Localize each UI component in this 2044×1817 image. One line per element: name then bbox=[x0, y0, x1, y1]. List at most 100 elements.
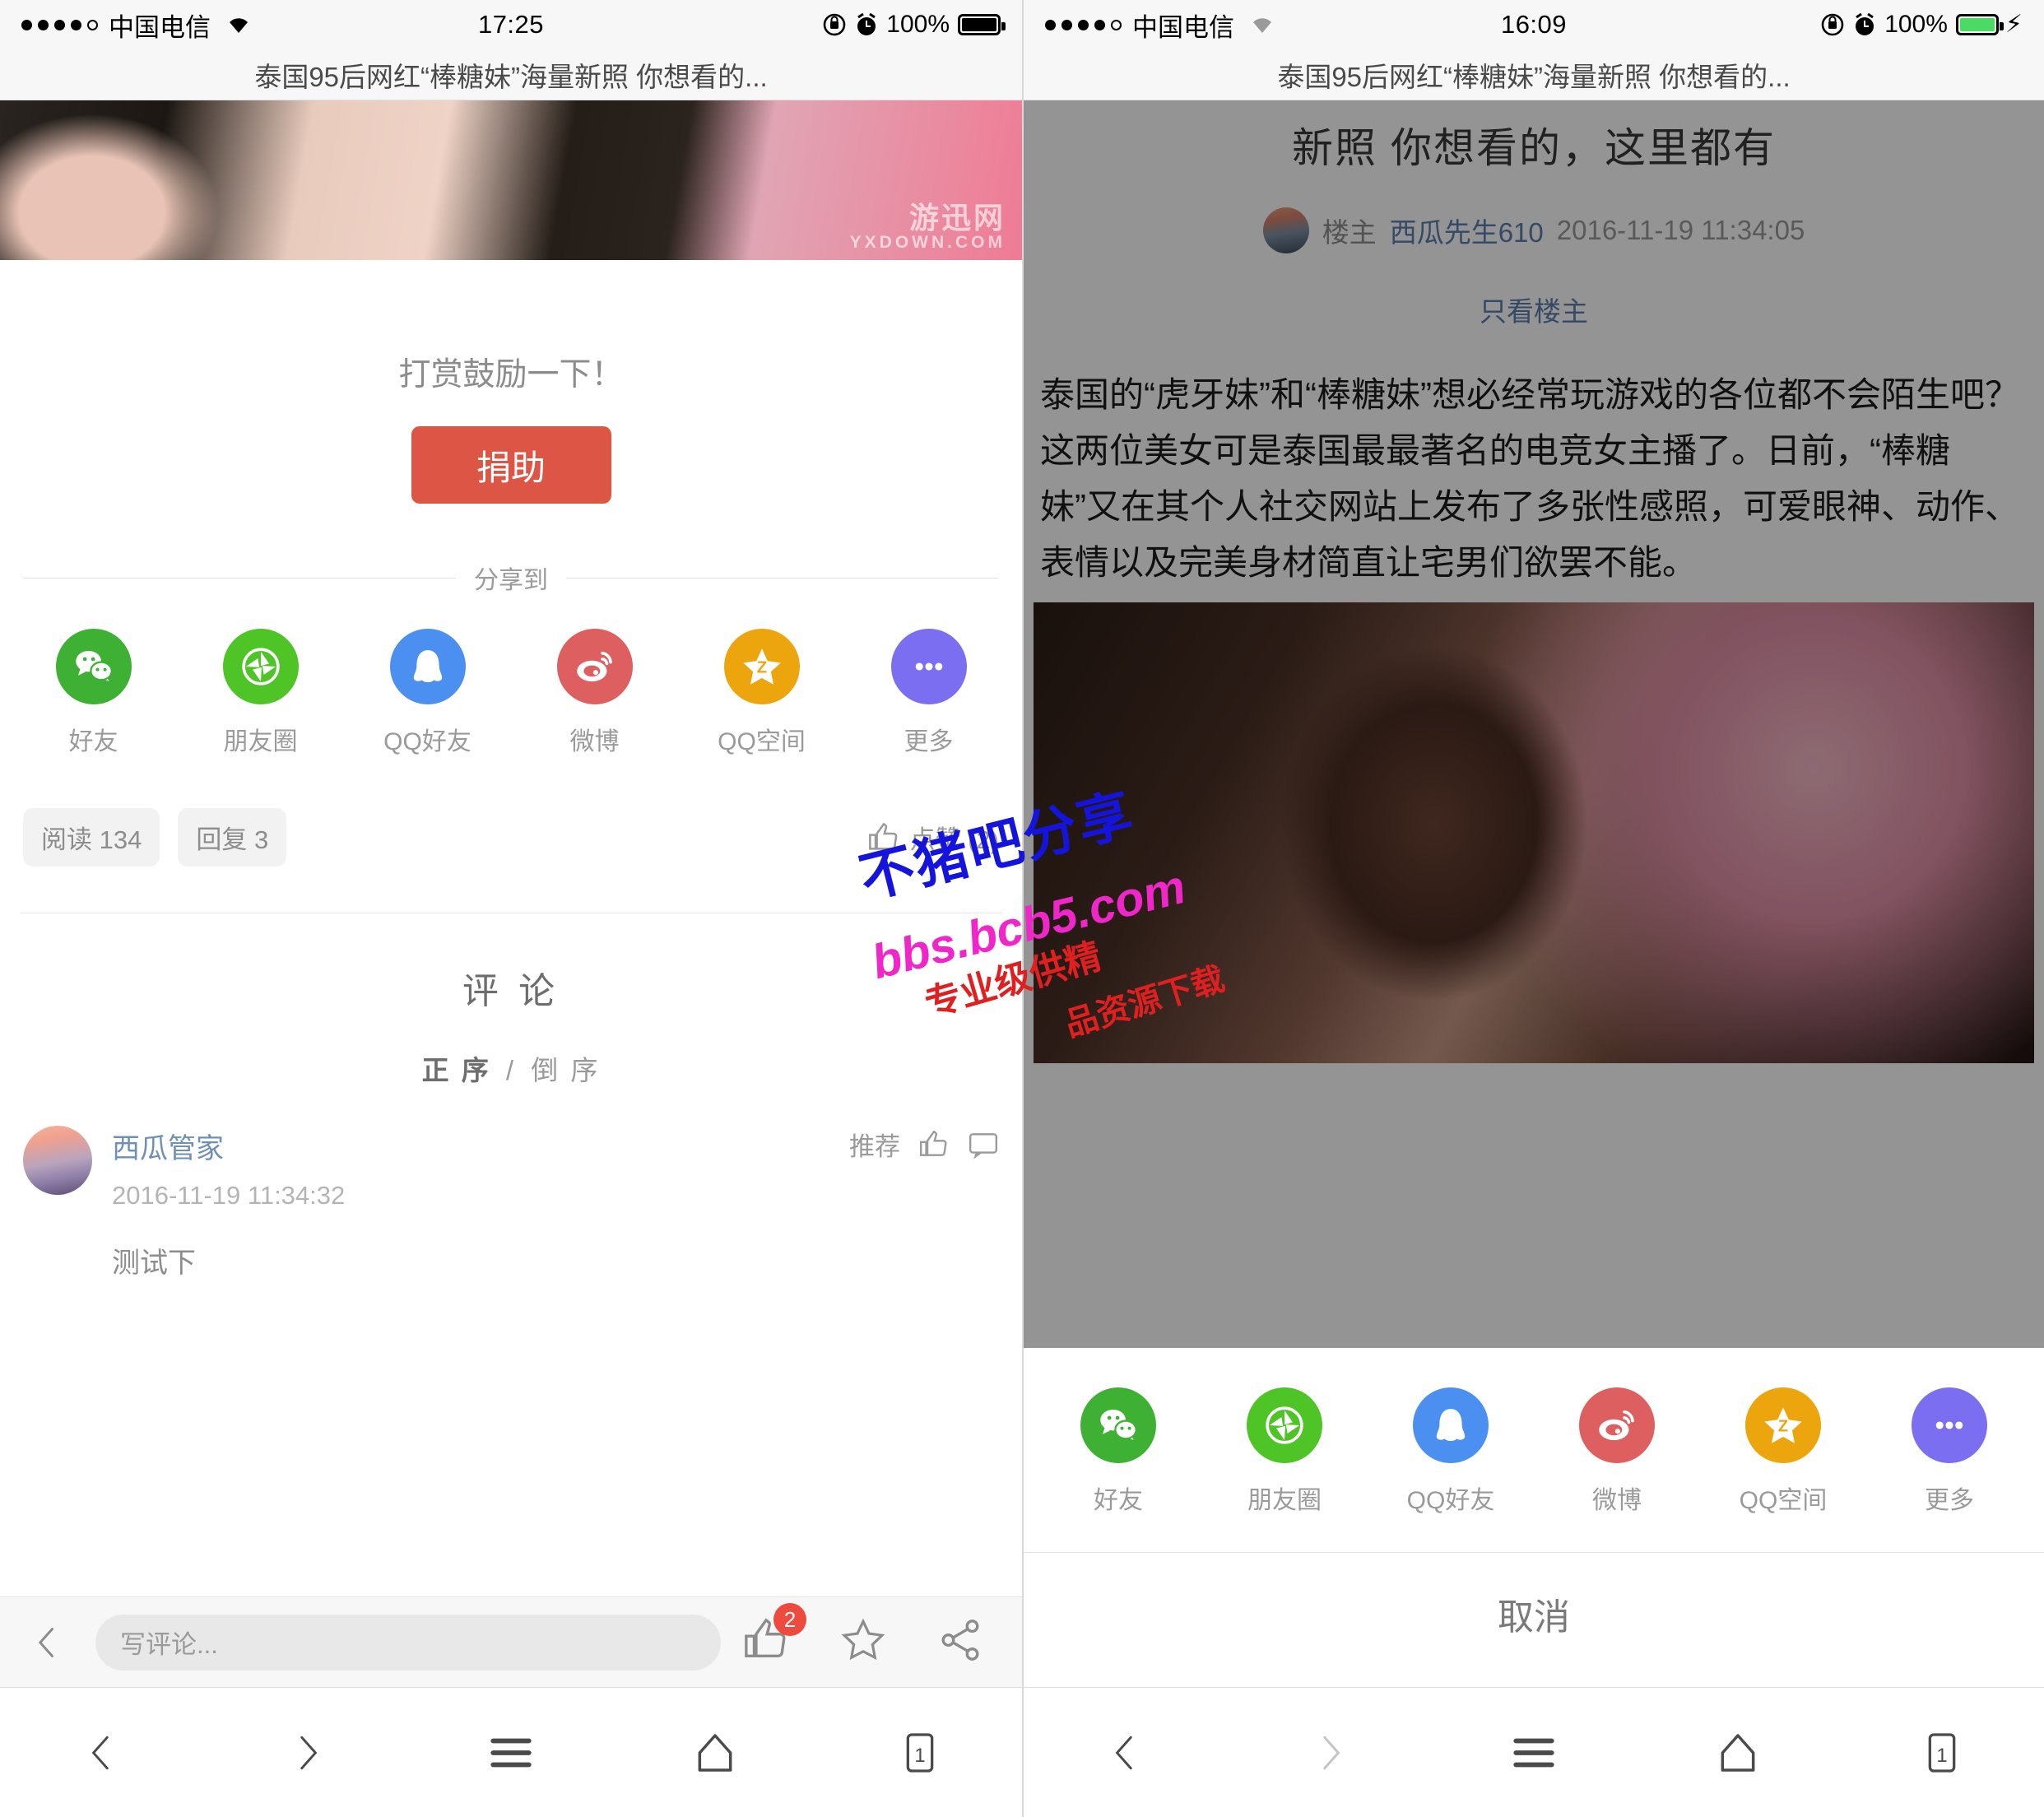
share-label: QQ空间 bbox=[1739, 1487, 1828, 1514]
star-icon bbox=[841, 1618, 885, 1661]
share-label: 朋友圈 bbox=[223, 728, 298, 755]
avatar[interactable] bbox=[23, 1126, 92, 1195]
nav-forward-button[interactable] bbox=[258, 1716, 356, 1790]
like-count-badge: 2 bbox=[773, 1603, 806, 1636]
nav-tabs-button[interactable]: 1 bbox=[871, 1716, 969, 1790]
nav-back-button[interactable] bbox=[53, 1716, 151, 1790]
reward-section: 打赏鼓励一下！ 捐助 bbox=[0, 260, 1022, 504]
signal-strength-icon bbox=[21, 19, 98, 30]
wechat-icon bbox=[55, 629, 132, 704]
toolbar-like-button[interactable]: 2 bbox=[742, 1603, 806, 1668]
signal-strength-icon bbox=[1045, 19, 1122, 30]
share-item-qq[interactable]: QQ好友 bbox=[344, 629, 511, 757]
dual-phone-screenshot: 中国电信 17:25 100% 泰国95后网红“棒糖妹”海量新照 你想看的... bbox=[0, 0, 2044, 1817]
carrier-label: 中国电信 bbox=[109, 12, 211, 42]
recommend-button[interactable]: 推荐 bbox=[849, 1126, 900, 1163]
svg-text:1: 1 bbox=[914, 1745, 925, 1767]
share-button[interactable] bbox=[936, 1616, 984, 1668]
only-author-link[interactable]: 只看楼主 bbox=[1024, 290, 2044, 329]
post-title: 新照 你想看的，这里都有 bbox=[1292, 125, 1776, 171]
qq-icon bbox=[1413, 1387, 1489, 1463]
rotation-lock-icon bbox=[1820, 12, 1845, 37]
photo-source-watermark: 游迅网 YXDOWN.COM bbox=[849, 201, 1006, 252]
share-item-moments[interactable]: 朋友圈 bbox=[177, 629, 344, 757]
share-item-weibo[interactable]: 微博 bbox=[1534, 1387, 1700, 1516]
nav-home-button[interactable] bbox=[1689, 1716, 1787, 1790]
home-icon bbox=[698, 1733, 732, 1772]
nav-forward-button[interactable] bbox=[1280, 1716, 1379, 1790]
comment-text: 测试下 bbox=[112, 1248, 196, 1279]
share-label: QQ好友 bbox=[1406, 1487, 1495, 1514]
share-label: 微博 bbox=[569, 728, 620, 755]
alarm-clock-icon bbox=[1853, 12, 1876, 37]
favorite-button[interactable] bbox=[839, 1616, 887, 1668]
nav-menu-button[interactable] bbox=[1484, 1716, 1583, 1790]
share-item-more[interactable]: 更多 bbox=[845, 629, 1012, 757]
tab-count-icon: 1 bbox=[1928, 1732, 1956, 1773]
nav-menu-button[interactable] bbox=[462, 1716, 560, 1790]
avatar[interactable] bbox=[1262, 207, 1309, 253]
right-browser-navbar: 1 bbox=[1024, 1687, 2044, 1817]
comment-input[interactable]: 写评论... bbox=[95, 1614, 721, 1671]
share-action-sheet: 好友 朋友圈 QQ好友 微博 Z QQ空间 更多 取消 bbox=[1024, 1348, 2044, 1674]
alarm-clock-icon bbox=[855, 12, 878, 37]
comment-author[interactable]: 西瓜管家 bbox=[112, 1126, 849, 1166]
post-date: 2016-11-19 11:34:05 bbox=[1556, 215, 1805, 245]
share-header: 分享到 bbox=[0, 560, 1022, 596]
chevron-left-icon[interactable] bbox=[21, 1620, 74, 1666]
comment-actions: 推荐 bbox=[849, 1126, 999, 1163]
wifi-icon bbox=[225, 14, 253, 35]
comment-order-toggle[interactable]: 正 序 / 倒 序 bbox=[0, 1048, 1022, 1088]
thumbs-up-icon bbox=[868, 822, 897, 850]
share-item-wechat[interactable]: 好友 bbox=[1035, 1387, 1201, 1516]
right-page-title: 泰国95后网红“棒糖妹”海量新照 你想看的... bbox=[1024, 49, 2044, 100]
cancel-button[interactable]: 取消 bbox=[1024, 1552, 2044, 1674]
right-status-right-group: 100% ⚡ bbox=[1820, 11, 2023, 39]
nav-back-button[interactable] bbox=[1076, 1716, 1175, 1790]
share-item-moments[interactable]: 朋友圈 bbox=[1201, 1387, 1368, 1516]
order-ascending[interactable]: 正 序 bbox=[422, 1055, 491, 1085]
like-button[interactable]: 点赞 (2) bbox=[867, 819, 999, 856]
battery-percent: 100% bbox=[886, 11, 950, 38]
nav-tabs-button[interactable]: 1 bbox=[1893, 1716, 1991, 1790]
reply-count-pill: 回复 3 bbox=[178, 808, 287, 867]
svg-text:1: 1 bbox=[1936, 1745, 1947, 1767]
share-item-qzone[interactable]: Z QQ空间 bbox=[678, 629, 845, 757]
donate-button[interactable]: 捐助 bbox=[411, 426, 611, 504]
nav-home-button[interactable] bbox=[666, 1716, 764, 1790]
comment-bubble-icon[interactable] bbox=[968, 1129, 999, 1160]
share-item-weibo[interactable]: 微博 bbox=[511, 629, 678, 757]
stats-row: 阅读 134 回复 3 点赞 (2) bbox=[0, 757, 1022, 867]
post-author[interactable]: 西瓜先生610 bbox=[1390, 211, 1544, 250]
share-item-wechat[interactable]: 好友 bbox=[10, 629, 177, 757]
share-grid: 好友 朋友圈 QQ好友 微博 Z QQ空间 更多 bbox=[0, 596, 1022, 757]
share-sheet-grid: 好友 朋友圈 QQ好友 微博 Z QQ空间 更多 bbox=[1024, 1348, 2044, 1552]
left-page-title: 泰国95后网红“棒糖妹”海量新照 你想看的... bbox=[0, 49, 1022, 100]
hamburger-menu-icon bbox=[1513, 1738, 1554, 1767]
comment-body: 西瓜管家 2016-11-19 11:34:32 推荐 测试下 bbox=[112, 1126, 999, 1280]
share-item-more[interactable]: 更多 bbox=[1866, 1387, 2032, 1516]
post-meta: 楼主 西瓜先生610 2016-11-19 11:34:05 bbox=[1024, 207, 2044, 253]
article-photo[interactable]: 游迅网 YXDOWN.COM bbox=[0, 100, 1022, 260]
left-phone-panel: 中国电信 17:25 100% 泰国95后网红“棒糖妹”海量新照 你想看的... bbox=[0, 0, 1022, 1817]
rotation-lock-icon bbox=[822, 12, 847, 37]
share-label: 好友 bbox=[1094, 1487, 1143, 1514]
share-label: 微博 bbox=[1592, 1487, 1642, 1514]
right-status-carrier-group: 中国电信 bbox=[1045, 7, 1276, 44]
wechat-icon bbox=[1080, 1387, 1156, 1463]
order-descending[interactable]: 倒 序 bbox=[531, 1055, 600, 1085]
share-label: 朋友圈 bbox=[1247, 1487, 1322, 1514]
carrier-label: 中国电信 bbox=[1132, 12, 1234, 42]
battery-icon bbox=[958, 14, 1006, 35]
thumbs-up-icon[interactable] bbox=[918, 1129, 950, 1160]
share-item-qq[interactable]: QQ好友 bbox=[1368, 1387, 1534, 1516]
battery-percent: 100% bbox=[1884, 11, 1948, 38]
tab-count-icon: 1 bbox=[906, 1732, 934, 1773]
moments-icon bbox=[1247, 1387, 1322, 1463]
post-image[interactable] bbox=[1034, 602, 2034, 1064]
left-bottom-toolbar: 写评论... 2 bbox=[0, 1596, 1022, 1687]
right-phone-panel: 中国电信 16:09 100% ⚡ 泰国95后网红“棒糖妹”海量新照 你想看的.… bbox=[1022, 0, 2044, 1817]
share-label: QQ空间 bbox=[718, 728, 806, 755]
order-separator: / bbox=[505, 1055, 517, 1085]
share-item-qzone[interactable]: Z QQ空间 bbox=[1700, 1387, 1866, 1516]
